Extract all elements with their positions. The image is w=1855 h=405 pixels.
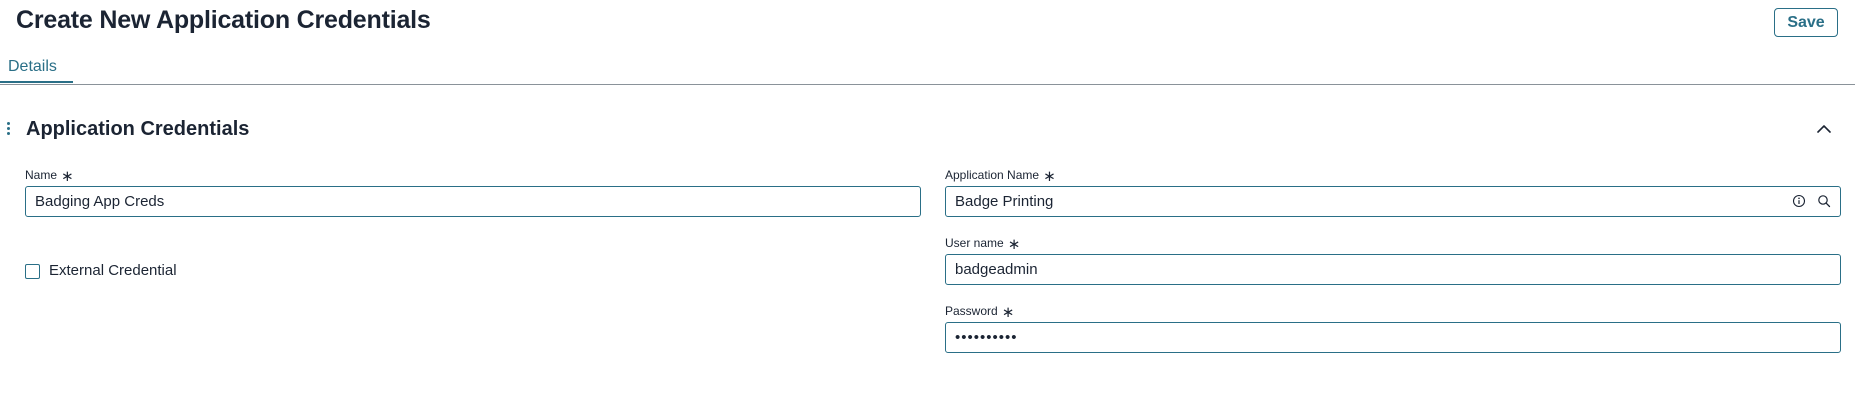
application-name-input[interactable] [955,187,1775,216]
user-name-label: User name ∗ [945,236,1021,253]
name-field[interactable] [25,186,921,217]
password-label-text: Password [945,304,998,318]
required-icon: ∗ [61,168,74,185]
password-field[interactable] [945,322,1841,353]
application-name-label: Application Name ∗ [945,168,1056,185]
section-title: Application Credentials [26,118,250,140]
application-name-label-text: Application Name [945,168,1040,182]
user-name-label-text: User name [945,236,1004,250]
external-credential-label: External Credential [49,262,177,279]
password-input[interactable] [955,323,1825,352]
chevron-up-icon[interactable] [1813,118,1835,140]
required-icon: ∗ [1043,168,1056,185]
external-credential-checkbox[interactable] [25,264,40,279]
page-title: Create New Application Credentials [16,6,431,34]
required-icon: ∗ [1001,304,1015,321]
search-icon[interactable] [1817,194,1831,208]
user-name-input[interactable] [955,255,1825,284]
tab-bar: Details [0,50,1855,85]
save-button[interactable]: Save [1774,8,1838,37]
name-input[interactable] [35,187,905,216]
info-icon[interactable] [1792,194,1806,208]
tab-details[interactable]: Details [0,50,73,83]
application-name-field[interactable] [945,186,1841,217]
password-label: Password ∗ [945,304,1015,321]
user-name-field[interactable] [945,254,1841,285]
name-label-text: Name [25,168,58,182]
name-label: Name ∗ [25,168,74,185]
drag-handle-icon[interactable] [7,122,11,138]
required-icon: ∗ [1007,236,1021,253]
